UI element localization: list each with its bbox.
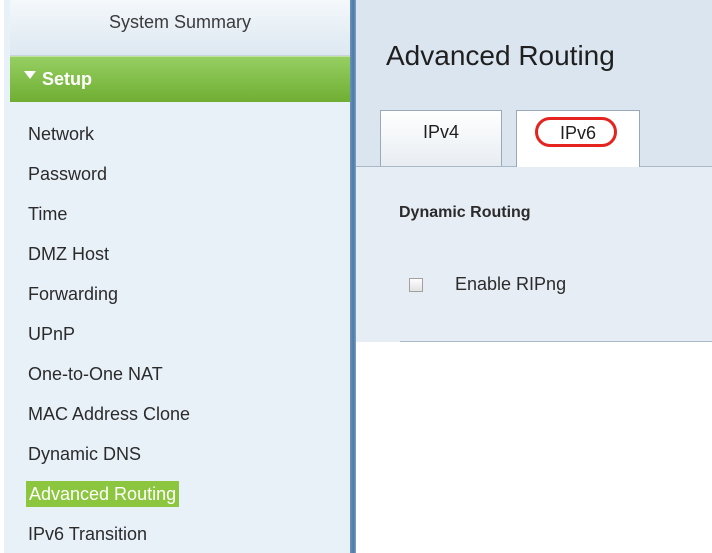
nav-item-ipv6-transition[interactable]: IPv6 Transition — [28, 521, 147, 547]
sidebar-nav: System Summary Setup Network Password Ti… — [0, 0, 350, 553]
tab-ipv6[interactable]: IPv6 — [516, 110, 640, 167]
page-title: Advanced Routing — [386, 40, 615, 71]
nav-item-dynamic-dns[interactable]: Dynamic DNS — [28, 441, 141, 467]
setup-section-label: Setup — [42, 69, 93, 89]
nav-item-time[interactable]: Time — [28, 201, 67, 227]
panel-divider — [400, 341, 712, 342]
nav-item-upnp[interactable]: UPnP — [28, 321, 75, 347]
setup-section-header[interactable]: Setup — [10, 56, 350, 102]
nav-item-one-to-one-nat[interactable]: One-to-One NAT — [28, 361, 163, 387]
nav-item-forwarding[interactable]: Forwarding — [28, 281, 118, 307]
section-title-dynamic-routing: Dynamic Routing — [399, 204, 531, 221]
nav-item-mac-address-clone[interactable]: MAC Address Clone — [28, 401, 190, 427]
tab-strip: IPv4 IPv6 — [356, 100, 712, 167]
dynamic-routing-panel: Dynamic Routing Enable RIPng — [356, 167, 712, 342]
nav-item-password[interactable]: Password — [28, 161, 107, 187]
enable-ripng-label[interactable]: Enable RIPng — [455, 274, 566, 295]
highlight-circle-annotation — [535, 117, 617, 147]
tab-ipv4[interactable]: IPv4 — [380, 110, 502, 166]
main-content: Advanced Routing IPv4 IPv6 Dynamic Routi… — [356, 0, 712, 553]
nav-item-advanced-routing[interactable]: Advanced Routing — [26, 481, 180, 507]
title-bar: Advanced Routing — [356, 0, 712, 100]
system-summary-link[interactable]: System Summary — [10, 0, 350, 56]
enable-ripng-checkbox[interactable] — [409, 278, 423, 292]
caret-down-icon — [24, 71, 36, 79]
nav-item-dmz-host[interactable]: DMZ Host — [28, 241, 109, 267]
nav-item-network[interactable]: Network — [28, 121, 94, 147]
